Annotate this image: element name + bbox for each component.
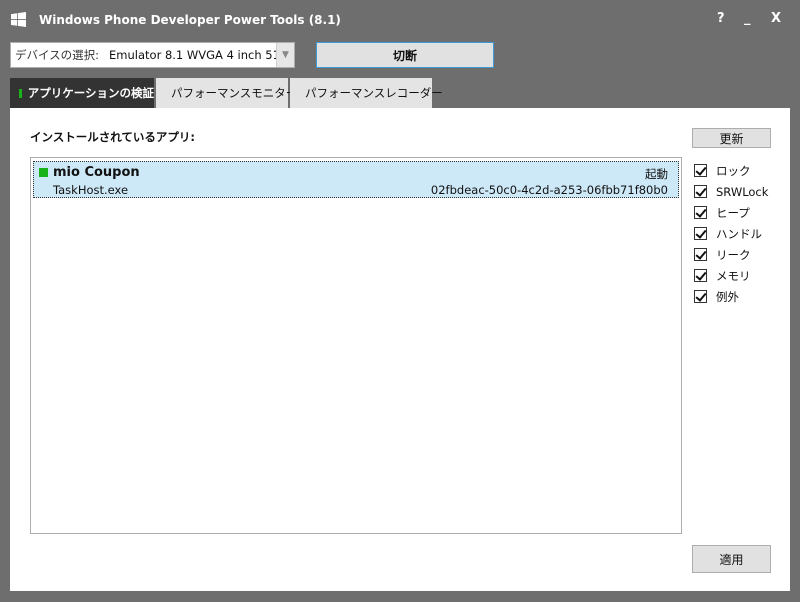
windows-logo-icon (11, 12, 26, 27)
check-label: ロック (716, 163, 751, 178)
tab-status-icon (19, 88, 22, 98)
app-name: mio Coupon (53, 165, 140, 180)
list-item[interactable]: mio Coupon 起動 TaskHost.exe 02fbdeac-50c0… (33, 161, 679, 198)
device-select-value: Emulator 8.1 WVGA 4 inch 512MB (109, 48, 280, 62)
check-label: ハンドル (716, 226, 762, 241)
tab-content-panel: インストールされているアプリ: 更新 mio Coupon 起動 TaskHos… (10, 108, 790, 591)
device-select-label: デバイスの選択: (15, 48, 100, 62)
close-button[interactable]: X (771, 11, 781, 26)
verification-options: ロック SRWLock ヒープ ハンドル リーク メモリ 例外 (694, 160, 786, 307)
check-handles[interactable]: ハンドル (694, 223, 786, 244)
check-leaks[interactable]: リーク (694, 244, 786, 265)
minimize-button[interactable]: _ (744, 11, 751, 26)
installed-apps-label: インストールされているアプリ: (30, 130, 196, 144)
checkbox-checked-icon[interactable] (694, 269, 707, 282)
tab-label: パフォーマンスレコーダー (305, 86, 443, 100)
check-exceptions[interactable]: 例外 (694, 286, 786, 307)
checkbox-checked-icon[interactable] (694, 164, 707, 177)
check-label: ヒープ (716, 205, 750, 220)
checkbox-checked-icon[interactable] (694, 185, 707, 198)
check-memory[interactable]: メモリ (694, 265, 786, 286)
tab-app-verification[interactable]: アプリケーションの検証 (10, 78, 154, 108)
checkbox-checked-icon[interactable] (694, 227, 707, 240)
check-heaps[interactable]: ヒープ (694, 202, 786, 223)
app-host: TaskHost.exe (53, 183, 129, 197)
tab-performance-recorder[interactable]: パフォーマンスレコーダー (290, 78, 443, 108)
running-status-icon (39, 168, 48, 177)
device-select[interactable]: デバイスの選択: Emulator 8.1 WVGA 4 inch 512MB … (10, 42, 295, 68)
help-button[interactable]: ? (717, 11, 725, 26)
refresh-button[interactable]: 更新 (692, 128, 771, 148)
tab-label: パフォーマンスモニター (171, 86, 298, 100)
apply-button[interactable]: 適用 (692, 545, 771, 573)
app-state: 起動 (645, 167, 668, 181)
check-label: 例外 (716, 289, 739, 304)
checkbox-checked-icon[interactable] (694, 206, 707, 219)
window-title: Windows Phone Developer Power Tools (8.1… (39, 13, 341, 27)
check-srwlock[interactable]: SRWLock (694, 181, 786, 202)
disconnect-button[interactable]: 切断 (316, 42, 494, 68)
tab-label: アプリケーションの検証 (27, 86, 154, 100)
check-label: リーク (716, 247, 751, 262)
check-label: SRWLock (716, 184, 769, 199)
chevron-down-icon[interactable]: ▼ (276, 43, 294, 67)
check-locks[interactable]: ロック (694, 160, 786, 181)
installed-apps-list[interactable]: mio Coupon 起動 TaskHost.exe 02fbdeac-50c0… (30, 157, 682, 534)
title-bar: Windows Phone Developer Power Tools (8.1… (0, 0, 800, 38)
app-guid: 02fbdeac-50c0-4c2d-a253-06fbb71f80b0 (430, 183, 668, 197)
checkbox-checked-icon[interactable] (694, 290, 707, 303)
checkbox-checked-icon[interactable] (694, 248, 707, 261)
check-label: メモリ (716, 268, 751, 283)
tab-performance-monitor[interactable]: パフォーマンスモニター (156, 78, 297, 108)
